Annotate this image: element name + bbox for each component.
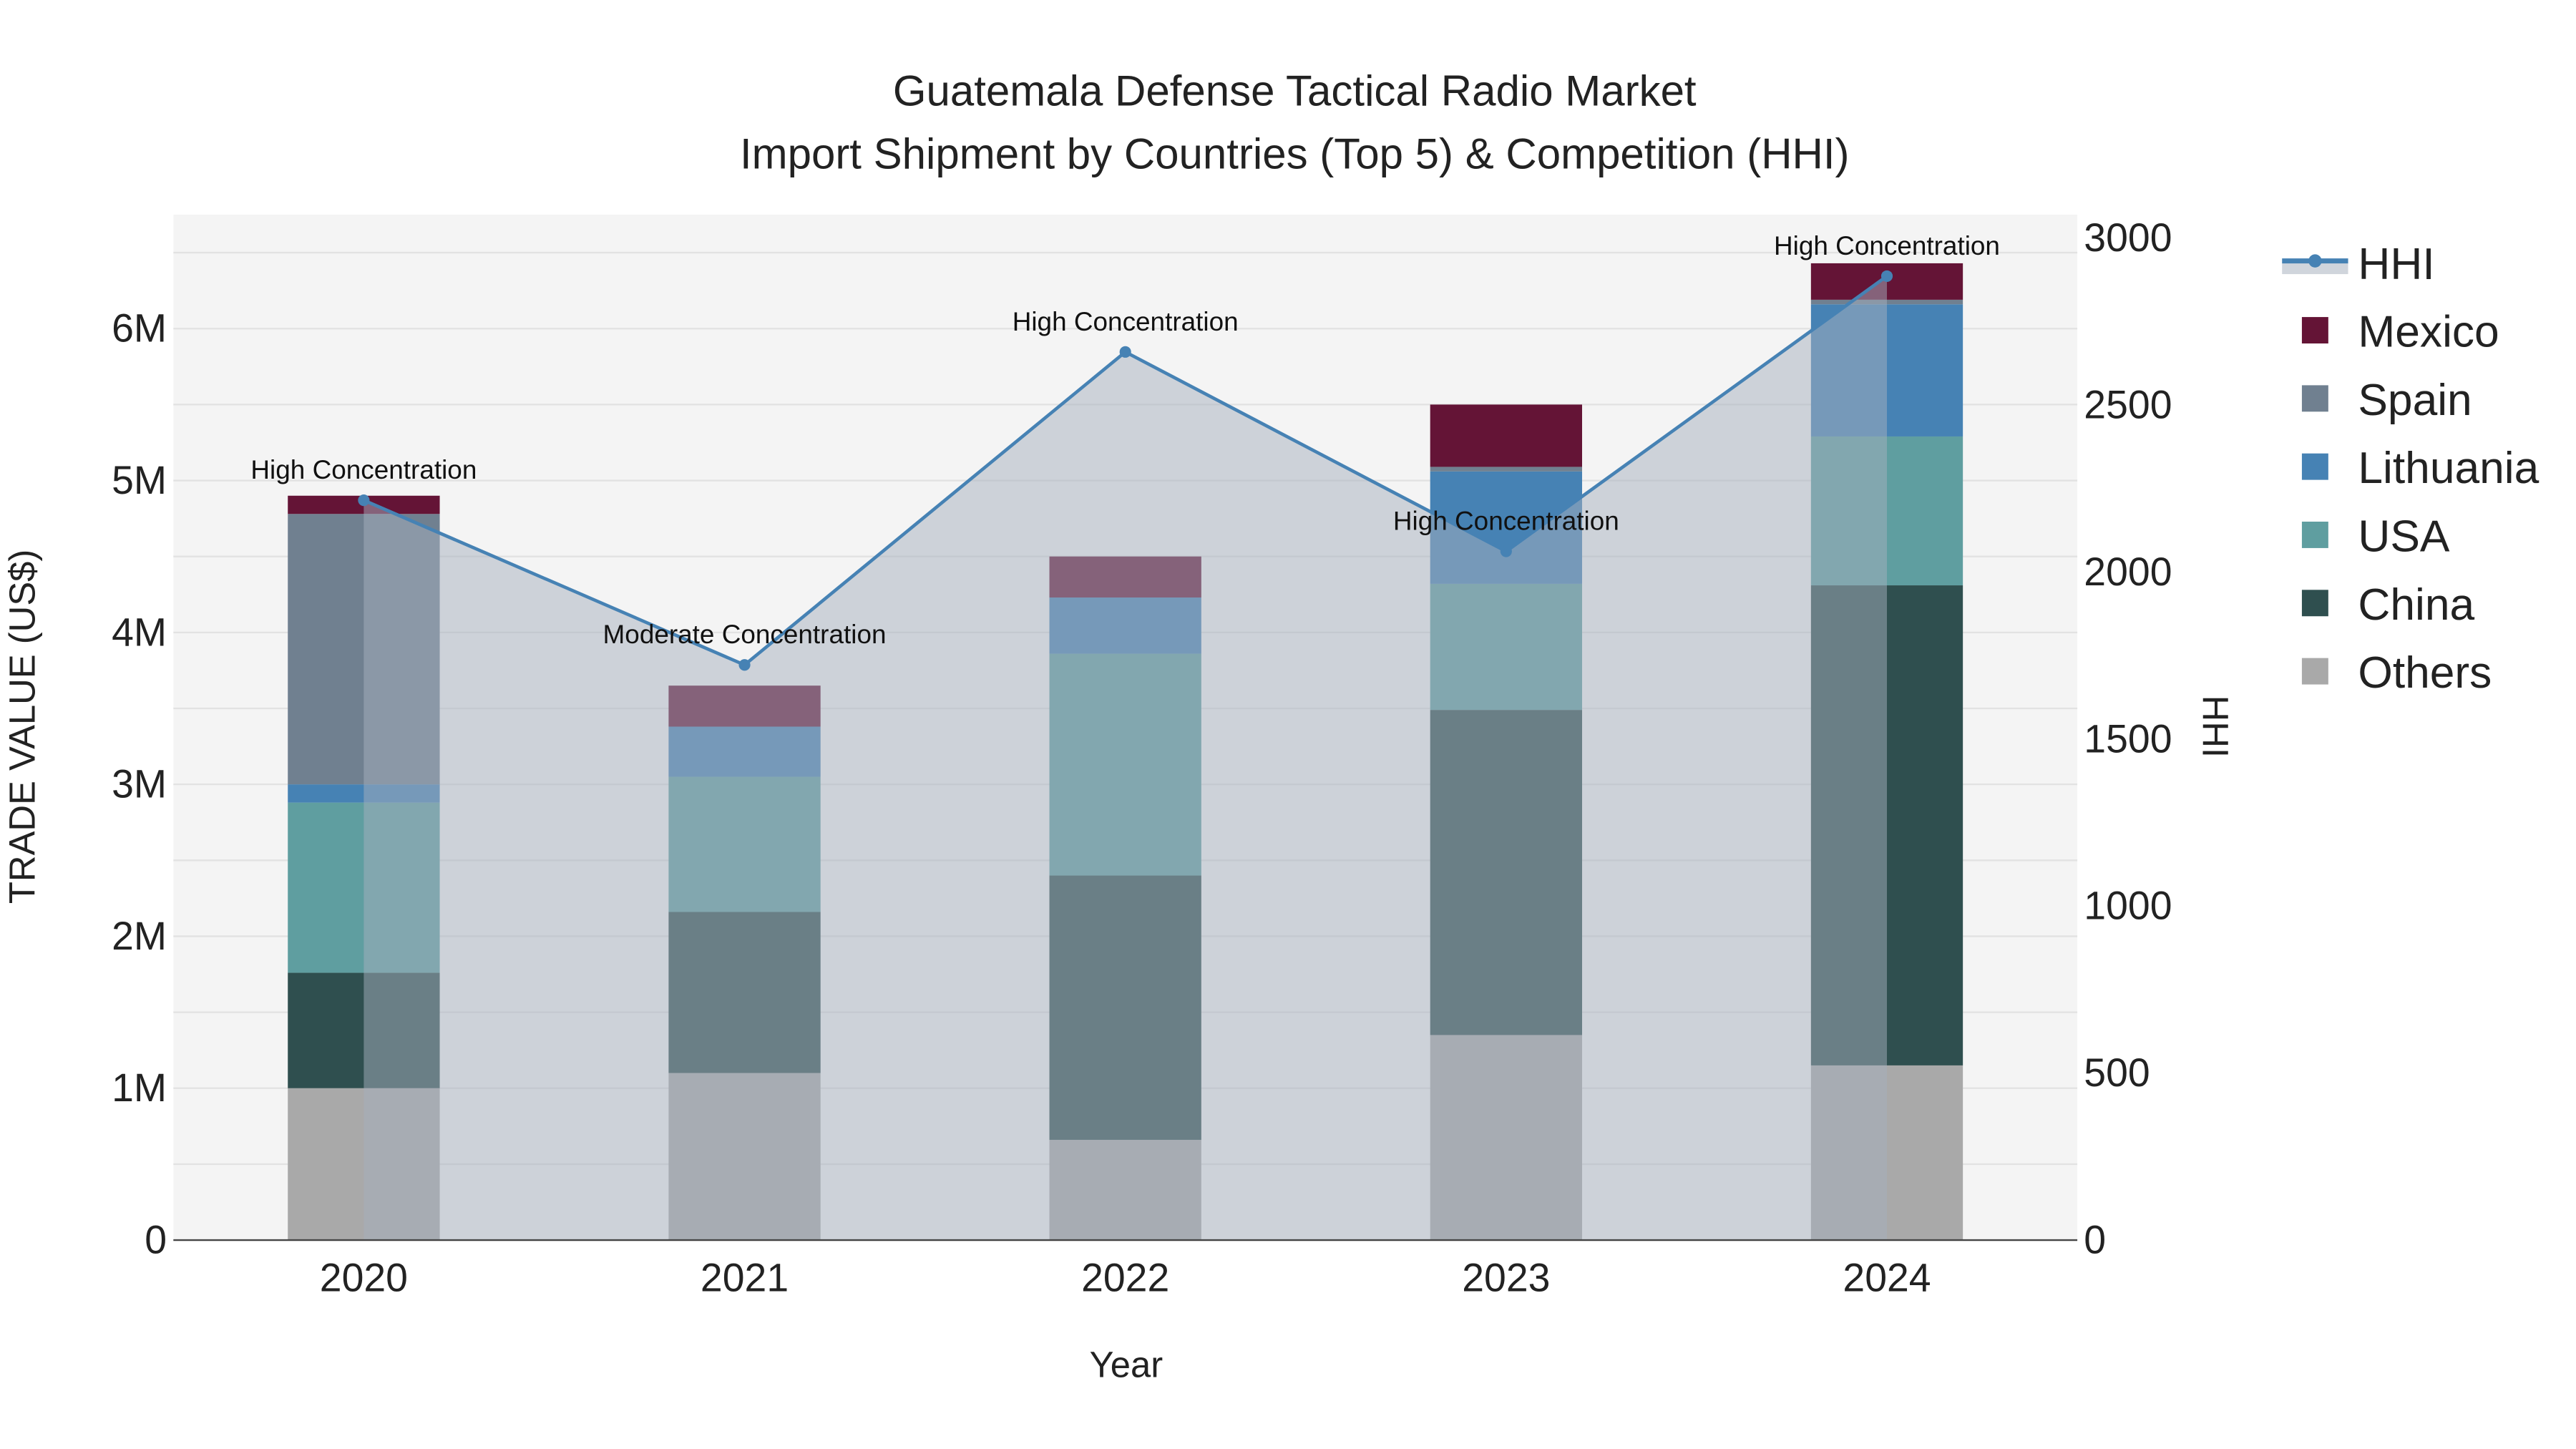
hhi-annotation: High Concentration xyxy=(1013,307,1239,336)
x-tick-label: 2022 xyxy=(1081,1256,1169,1300)
legend-label: USA xyxy=(2358,512,2450,562)
y2-tick-label: 1000 xyxy=(2084,884,2172,928)
hhi-point xyxy=(1119,346,1131,358)
y-tick-label: 3M xyxy=(112,762,167,806)
x-tick-label: 2020 xyxy=(320,1256,408,1300)
chart-title: Guatemala Defense Tactical Radio Market xyxy=(893,67,1697,115)
legend-label: HHI xyxy=(2358,240,2434,289)
hhi-point xyxy=(1880,270,1893,282)
y-tick-label: 4M xyxy=(112,610,167,654)
x-tick-label: 2024 xyxy=(1843,1256,1931,1300)
y-tick-label: 0 xyxy=(145,1218,167,1262)
y2-tick-label: 2000 xyxy=(2084,550,2172,594)
y-ticks: 0 1M 2M 3M 4M 5M 6M xyxy=(112,306,167,1262)
y2-tick-label: 2500 xyxy=(2084,383,2172,427)
chart: Guatemala Defense Tactical Radio Market … xyxy=(1,67,2540,1385)
y2-ticks: 0 500 1000 1500 2000 2500 3000 xyxy=(2084,215,2172,1262)
x-tick-label: 2021 xyxy=(701,1256,789,1300)
bar-spain xyxy=(1430,467,1582,472)
y2-tick-label: 0 xyxy=(2084,1218,2106,1262)
hhi-annotation: Moderate Concentration xyxy=(603,620,887,649)
legend-swatch-others xyxy=(2301,658,2328,685)
legend-swatch-usa xyxy=(2301,522,2328,548)
y-tick-label: 6M xyxy=(112,306,167,351)
y2-tick-label: 1500 xyxy=(2084,716,2172,761)
y2-tick-label: 500 xyxy=(2084,1050,2150,1095)
y-axis-title: TRADE VALUE (US$) xyxy=(1,550,42,904)
legend-label: Spain xyxy=(2358,376,2472,425)
x-ticks: 2020 2021 2022 2023 2024 xyxy=(320,1256,1931,1300)
legend-swatch-mexico xyxy=(2301,317,2328,343)
legend-label: Mexico xyxy=(2358,308,2499,357)
bar-mexico xyxy=(1430,404,1582,467)
legend-label: Lithuania xyxy=(2358,444,2539,493)
y2-tick-label: 3000 xyxy=(2084,215,2172,260)
legend-label: China xyxy=(2358,580,2474,630)
legend-swatch-lithuania xyxy=(2301,453,2328,480)
y-tick-label: 5M xyxy=(112,458,167,502)
hhi-annotation: High Concentration xyxy=(1393,507,1619,536)
x-axis-title: Year xyxy=(1090,1345,1163,1385)
y-tick-label: 2M xyxy=(112,914,167,958)
hhi-point xyxy=(1500,545,1512,557)
hhi-point xyxy=(738,659,751,671)
legend-swatch-spain xyxy=(2301,385,2328,412)
hhi-annotation: High Concentration xyxy=(250,455,477,484)
hhi-point xyxy=(358,494,370,507)
legend-label: Others xyxy=(2358,648,2492,698)
y-tick-label: 1M xyxy=(112,1065,167,1110)
y2-axis-title: HHI xyxy=(2195,696,2235,758)
legend-swatch-china xyxy=(2301,590,2328,617)
chart-subtitle: Import Shipment by Countries (Top 5) & C… xyxy=(740,130,1850,177)
legend-hhi-marker-icon xyxy=(2308,254,2322,268)
legend: HHI Mexico Spain Lithuania USA China Others xyxy=(2282,240,2540,698)
hhi-annotation: High Concentration xyxy=(1774,231,2000,260)
x-tick-label: 2023 xyxy=(1462,1256,1550,1300)
